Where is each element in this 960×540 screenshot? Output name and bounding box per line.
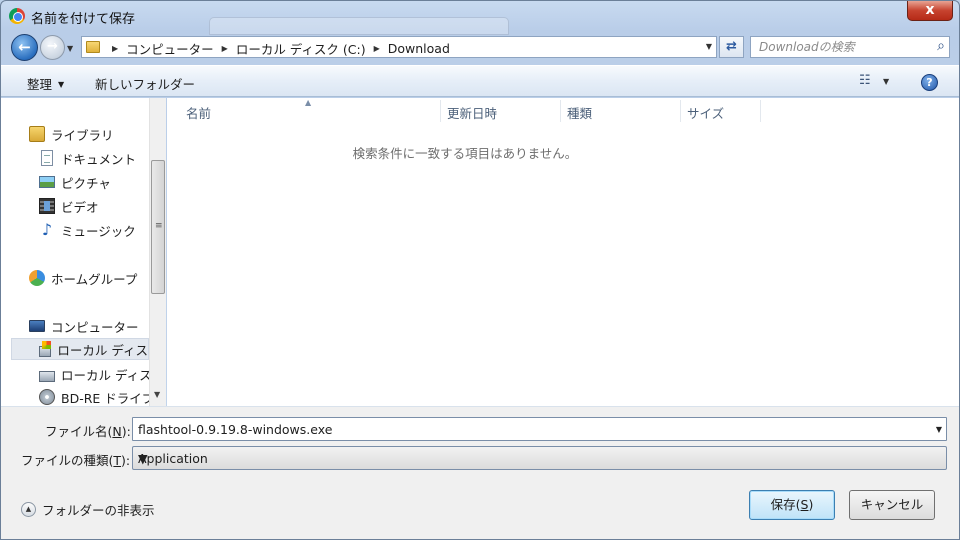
breadcrumb: ▶ コンピューター ▶ ローカル ディスク (C:) ▶ Download bbox=[104, 39, 450, 57]
filetype-label: ファイルの種類(T): bbox=[21, 453, 131, 468]
new-folder-button[interactable]: 新しいフォルダー bbox=[95, 74, 195, 93]
pictures-icon bbox=[39, 176, 55, 188]
sidebar-item-pictures[interactable]: ピクチャ bbox=[39, 171, 111, 193]
sidebar-item-label: ローカル ディス bbox=[61, 367, 152, 383]
search-icon[interactable]: ⌕ bbox=[937, 38, 945, 54]
chevron-right-icon[interactable]: ▶ bbox=[374, 44, 380, 53]
save-options-panel: ファイル名(N): ▼ ファイルの種類(T): Application ▼ ▲ … bbox=[1, 406, 959, 539]
window-title: 名前を付けて保存 bbox=[31, 12, 136, 27]
save-button[interactable]: 保存(S) bbox=[749, 490, 835, 520]
organize-button[interactable]: 整理 ▼ bbox=[27, 74, 64, 93]
scrollbar-thumb[interactable]: ≡ bbox=[151, 160, 165, 294]
sidebar-item-music[interactable]: ♪ ミュージック bbox=[39, 219, 136, 241]
command-toolbar: 整理 ▼ 新しいフォルダー ☷ ▼ ? bbox=[1, 65, 959, 97]
refresh-icon: ⇄ bbox=[726, 39, 737, 54]
sidebar-item-label: ビデオ bbox=[61, 199, 99, 215]
column-divider[interactable] bbox=[760, 100, 761, 122]
sidebar-item-local-disk[interactable]: ローカル ディス bbox=[39, 363, 152, 385]
back-button[interactable]: ← bbox=[11, 34, 38, 61]
sidebar-item-label: BD-RE ドライブ bbox=[61, 390, 155, 406]
sidebar-item-label: コンピューター bbox=[51, 319, 139, 335]
sidebar-item-label: ピクチャ bbox=[61, 175, 111, 191]
videos-icon bbox=[39, 198, 55, 214]
navigation-pane: ライブラリ ドキュメント ピクチャ ビデオ ♪ ミュージック ホームグループ コ… bbox=[1, 98, 166, 406]
sidebar-item-documents[interactable]: ドキュメント bbox=[39, 147, 136, 169]
chrome-icon bbox=[9, 8, 25, 24]
sidebar-item-local-disk-c[interactable]: ローカル ディス bbox=[11, 338, 149, 360]
refresh-button[interactable]: ⇄ bbox=[719, 36, 744, 58]
empty-folder-message: 検索条件に一致する項目はありません。 bbox=[352, 146, 578, 161]
address-bar[interactable]: ▶ コンピューター ▶ ローカル ディスク (C:) ▶ Download ▼ bbox=[81, 36, 717, 58]
homegroup-icon bbox=[29, 270, 45, 286]
column-divider[interactable] bbox=[680, 100, 681, 122]
view-dropdown-icon[interactable]: ▼ bbox=[883, 77, 889, 86]
scroll-down-icon[interactable]: ▼ bbox=[154, 390, 160, 399]
column-header-name[interactable]: 名前 bbox=[186, 100, 436, 124]
sidebar-scrollbar[interactable]: ≡ ▼ bbox=[149, 98, 166, 406]
recent-locations-dropdown-icon[interactable]: ▼ bbox=[67, 44, 73, 53]
computer-icon bbox=[29, 320, 45, 332]
sidebar-item-homegroup[interactable]: ホームグループ bbox=[29, 267, 137, 289]
sidebar-item-label: ホームグループ bbox=[51, 271, 138, 287]
filename-label: ファイル名(N): bbox=[45, 424, 131, 439]
background-tab bbox=[209, 17, 509, 35]
sidebar-item-bd-drive[interactable]: BD-RE ドライブ bbox=[39, 386, 154, 408]
chevron-right-icon[interactable]: ▶ bbox=[112, 44, 118, 53]
file-list-pane[interactable]: ▲ 名前 更新日時 種類 サイズ 検索条件に一致する項目はありません。 bbox=[167, 98, 959, 406]
grip-icon: ≡ bbox=[155, 221, 163, 231]
column-header-type[interactable]: 種類 bbox=[567, 100, 677, 124]
forward-button[interactable]: → bbox=[40, 35, 65, 60]
column-header-date-modified[interactable]: 更新日時 bbox=[447, 100, 557, 124]
chevron-down-icon[interactable]: ▼ bbox=[138, 451, 942, 466]
sidebar-item-library[interactable]: ライブラリ bbox=[29, 123, 114, 145]
organize-label: 整理 bbox=[27, 77, 53, 92]
hide-folders-toggle[interactable]: ▲ フォルダーの非表示 bbox=[21, 500, 155, 519]
sidebar-item-videos[interactable]: ビデオ bbox=[39, 195, 99, 217]
local-disk-icon bbox=[39, 370, 55, 382]
hide-folders-label: フォルダーの非表示 bbox=[42, 503, 155, 518]
breadcrumb-local-disk[interactable]: ローカル ディスク (C:) bbox=[236, 39, 366, 58]
column-divider[interactable] bbox=[560, 100, 561, 122]
sidebar-item-label: ミュージック bbox=[61, 223, 136, 239]
sidebar-item-label: ドキュメント bbox=[61, 151, 137, 167]
save-as-dialog: 名前を付けて保存 x ← → ▼ ▶ コンピューター ▶ ローカル ディスク (… bbox=[0, 0, 960, 540]
column-divider[interactable] bbox=[440, 100, 441, 122]
sidebar-item-label: ローカル ディス bbox=[57, 342, 148, 358]
search-box[interactable]: ⌕ bbox=[750, 36, 950, 58]
address-dropdown-icon[interactable]: ▼ bbox=[706, 42, 712, 51]
search-input[interactable] bbox=[759, 39, 929, 55]
sidebar-item-computer[interactable]: コンピューター bbox=[29, 315, 139, 337]
title-bar: 名前を付けて保存 x bbox=[1, 1, 959, 35]
bd-drive-icon bbox=[39, 389, 55, 405]
folder-icon bbox=[86, 41, 100, 53]
collapse-up-icon: ▲ bbox=[21, 502, 36, 517]
cancel-button[interactable]: キャンセル bbox=[849, 490, 935, 520]
column-header-size[interactable]: サイズ bbox=[687, 100, 757, 124]
chevron-right-icon[interactable]: ▶ bbox=[222, 44, 228, 53]
view-options-icon[interactable]: ☷ bbox=[859, 73, 871, 88]
close-button[interactable]: x bbox=[907, 1, 953, 21]
local-disk-icon bbox=[39, 340, 52, 357]
music-icon: ♪ bbox=[41, 220, 53, 239]
breadcrumb-computer[interactable]: コンピューター bbox=[126, 39, 214, 58]
breadcrumb-download[interactable]: Download bbox=[388, 41, 450, 56]
chevron-down-icon[interactable]: ▼ bbox=[936, 425, 942, 434]
library-icon bbox=[29, 126, 45, 142]
chevron-down-icon: ▼ bbox=[58, 80, 65, 89]
sidebar-item-label: ライブラリ bbox=[51, 127, 114, 143]
filename-combobox[interactable]: ▼ bbox=[132, 417, 947, 441]
help-button[interactable]: ? bbox=[921, 74, 938, 91]
documents-icon bbox=[41, 150, 53, 166]
filetype-select[interactable]: Application ▼ bbox=[132, 446, 947, 470]
filename-input[interactable] bbox=[138, 421, 918, 437]
